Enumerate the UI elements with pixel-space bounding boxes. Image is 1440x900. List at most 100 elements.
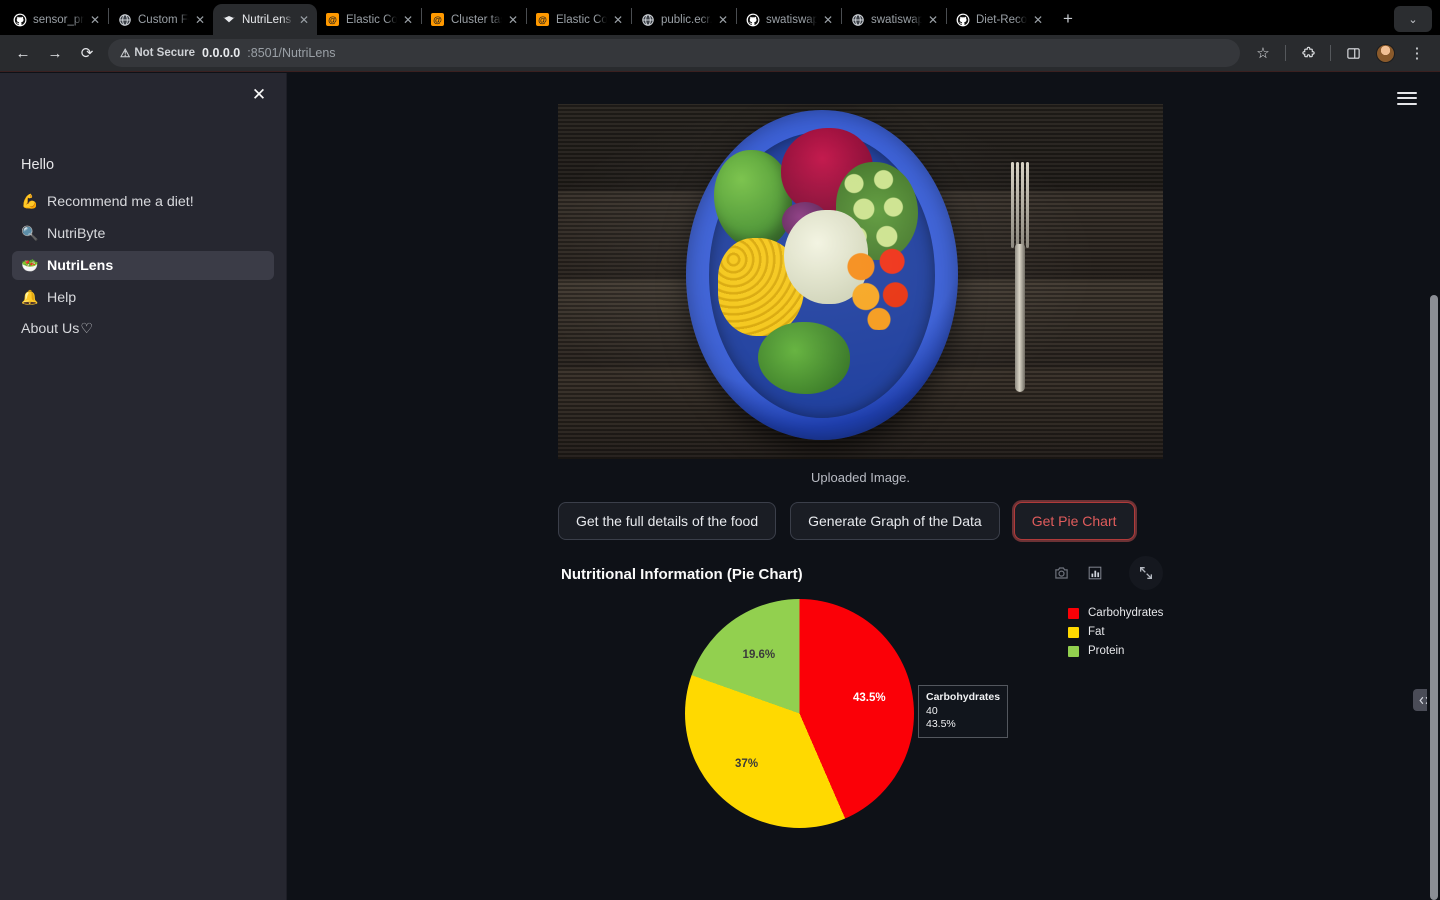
side-panel-icon[interactable] <box>1338 38 1368 68</box>
sidebar-item-emoji-icon: 🥗 <box>21 257 39 273</box>
sidebar-item-label: NutriByte <box>47 225 106 242</box>
sidebar-item-help[interactable]: 🔔 Help <box>12 283 274 312</box>
sidebar-item-nutrilens[interactable]: 🥗 NutriLens <box>12 251 274 280</box>
sidebar-item-label: Help <box>47 289 77 306</box>
browser-tab[interactable]: public.ecr.aws ✕ <box>632 4 736 35</box>
address-bar[interactable]: ⚠ Not Secure 0.0.0.0:8501/NutriLens <box>108 39 1240 67</box>
legend-item[interactable]: Protein <box>1068 645 1163 657</box>
legend-color-swatch <box>1068 607 1079 619</box>
page-scrollbar[interactable] <box>1427 73 1440 900</box>
browser-tab[interactable]: @ Cluster tasks | ✕ <box>422 4 526 35</box>
camera-icon[interactable] <box>1049 561 1073 585</box>
browser-tab[interactable]: NutriLens ✕ <box>213 4 317 35</box>
tab-close-icon[interactable]: ✕ <box>718 14 728 26</box>
image-caption: Uploaded Image. <box>810 470 910 485</box>
sidebar-item-emoji-icon: 🔔 <box>21 289 39 305</box>
tab-title: public.ecr.aws <box>661 13 712 26</box>
bookmark-star-icon[interactable]: ☆ <box>1248 38 1278 68</box>
tab-title: NutriLens <box>242 13 292 26</box>
browser-window: sensor_pred-/ ✕ Custom Food P ✕ NutriLens ✕ @ E… <box>0 0 1440 900</box>
tab-close-icon[interactable]: ✕ <box>508 14 518 26</box>
scrollbar-thumb[interactable] <box>1430 295 1438 900</box>
sidebar-item-nutribyte[interactable]: 🔍 NutriByte <box>12 219 274 248</box>
sidebar-item-recommend-diet[interactable]: 💪 Recommend me a diet! <box>12 187 274 216</box>
tab-title: swatiswapna/N <box>766 13 817 26</box>
tooltip-series-name: Carbohydrates <box>926 691 1001 703</box>
hamburger-menu-icon[interactable] <box>1394 85 1420 111</box>
legend-label: Protein <box>1088 645 1125 657</box>
github-icon <box>955 12 970 27</box>
tab-close-icon[interactable]: ✕ <box>823 14 833 26</box>
sidebar-item-about-us[interactable]: About Us ♡ <box>12 315 274 337</box>
not-secure-badge[interactable]: ⚠ Not Secure <box>120 46 195 60</box>
bar-chart-icon[interactable] <box>1083 561 1107 585</box>
globe-icon <box>640 12 655 27</box>
extensions-puzzle-icon[interactable] <box>1293 38 1323 68</box>
tab-close-icon[interactable]: ✕ <box>403 14 413 26</box>
browser-tab[interactable]: swatiswapna/N ✕ <box>737 4 841 35</box>
generate-graph-button[interactable]: Generate Graph of the Data <box>790 502 1000 540</box>
pie-graphic[interactable] <box>685 599 914 828</box>
tab-close-icon[interactable]: ✕ <box>928 14 938 26</box>
streamlit-icon <box>221 12 236 27</box>
uploaded-food-image <box>558 104 1163 459</box>
get-pie-chart-button[interactable]: Get Pie Chart <box>1013 502 1135 540</box>
new-tab-button[interactable]: + <box>1055 6 1081 32</box>
forward-icon[interactable]: → <box>40 38 70 68</box>
leafy-greens-graphic <box>758 322 850 394</box>
sidebar-item-emoji-icon: 💪 <box>21 193 39 209</box>
tab-close-icon[interactable]: ✕ <box>90 14 100 26</box>
get-full-details-button[interactable]: Get the full details of the food <box>558 502 777 540</box>
globe-icon <box>850 12 865 27</box>
tooltip-value: 40 <box>926 705 938 718</box>
reload-icon[interactable]: ⟳ <box>72 38 102 68</box>
tab-strip: sensor_pred-/ ✕ Custom Food P ✕ NutriLens ✕ @ E… <box>0 0 1440 35</box>
action-button-row: Get the full details of the food Generate… <box>558 502 1163 540</box>
browser-tab[interactable]: @ Elastic Contain ✕ <box>527 4 631 35</box>
legend-color-swatch <box>1068 645 1079 657</box>
chart-legend: Carbohydrates Fat Protein <box>1068 607 1163 664</box>
tab-close-icon[interactable]: ✕ <box>613 14 623 26</box>
legend-label: Carbohydrates <box>1088 607 1164 619</box>
main-content: Uploaded Image. Get the full details of … <box>287 73 1433 900</box>
browser-menu-icon[interactable]: ⋮ <box>1402 38 1432 68</box>
profile-avatar[interactable] <box>1370 38 1400 68</box>
github-icon <box>12 12 27 27</box>
plate-graphic <box>686 110 958 440</box>
content-column: Uploaded Image. Get the full details of … <box>287 73 1433 863</box>
close-sidebar-icon[interactable]: ✕ <box>246 82 272 108</box>
back-icon[interactable]: ← <box>8 38 38 68</box>
tab-title: swatiswapna2 <box>871 13 922 26</box>
tab-title: Custom Food P <box>138 13 189 26</box>
not-secure-label: Not Secure <box>134 47 196 59</box>
beetroot-graphic <box>781 128 873 214</box>
warning-icon: ⚠ <box>120 48 131 60</box>
browser-tab[interactable]: @ Elastic Contain ✕ <box>317 4 421 35</box>
browser-tab[interactable]: Custom Food P ✕ <box>109 4 213 35</box>
tab-close-icon[interactable]: ✕ <box>1033 14 1043 26</box>
tab-title: sensor_pred-/ <box>33 13 84 26</box>
tab-close-icon[interactable]: ✕ <box>195 14 205 26</box>
heart-icon: ♡ <box>80 321 94 337</box>
toolbar-divider <box>1285 45 1286 61</box>
aws-icon: @ <box>430 12 445 27</box>
sidebar-nav: Hello 💪 Recommend me a diet! 🔍 NutriByte 🥗 Nu… <box>0 73 286 337</box>
pie-slice-percent-label: 37% <box>735 758 759 771</box>
url-path: :8501/NutriLens <box>247 46 336 60</box>
sidebar-item-label: NutriLens <box>47 257 114 274</box>
browser-tab[interactable]: Diet-Recomme ✕ <box>947 4 1051 35</box>
toolbar-divider-2 <box>1330 45 1331 61</box>
tab-search-chevron-down-icon[interactable]: ⌄ <box>1394 6 1432 32</box>
fullscreen-expand-icon[interactable] <box>1129 556 1163 590</box>
legend-item[interactable]: Carbohydrates <box>1068 607 1163 619</box>
legend-item[interactable]: Fat <box>1068 626 1163 638</box>
toolbar-actions: ☆ ⋮ <box>1248 38 1432 68</box>
browser-tab[interactable]: swatiswapna2 ✕ <box>842 4 946 35</box>
about-us-label: About Us <box>21 321 80 337</box>
fork-graphic <box>1010 162 1030 392</box>
cucumber-graphic <box>836 162 918 260</box>
browser-tab[interactable]: sensor_pred-/ ✕ <box>4 4 108 35</box>
tab-close-icon[interactable]: ✕ <box>299 14 309 26</box>
pie-slice-percent-label: 19.6% <box>742 648 776 661</box>
chart-tooltip: Carbohydrates 40 43.5% <box>918 685 1009 739</box>
